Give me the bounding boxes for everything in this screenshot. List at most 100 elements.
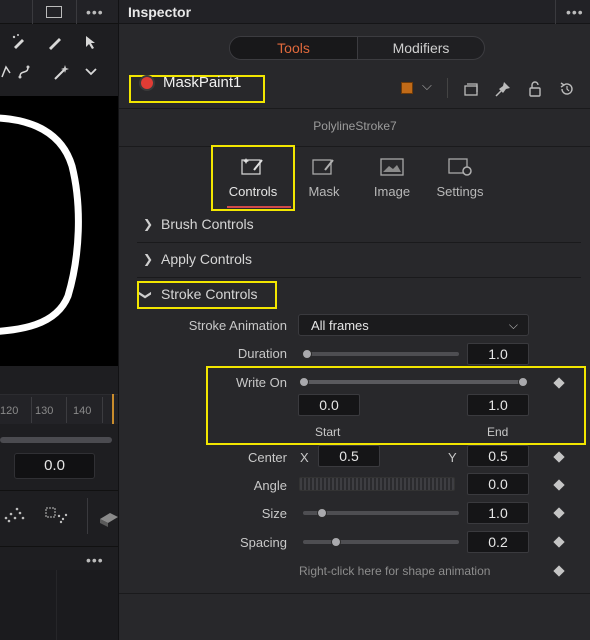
slider-handle[interactable] <box>302 349 312 359</box>
playhead[interactable] <box>112 394 114 424</box>
param-label: Write On <box>235 375 287 390</box>
keyframe-icon[interactable] <box>553 507 565 519</box>
spacing-slider[interactable] <box>303 540 459 544</box>
size-field[interactable]: 1.0 <box>467 502 529 524</box>
left-toolbar: ••• <box>0 0 118 24</box>
reset-icon[interactable] <box>558 80 576 98</box>
tool-subtitle: PolylineStroke7 <box>313 119 397 133</box>
select-arrow-icon[interactable] <box>82 33 100 51</box>
tab-label: Mask <box>308 184 340 199</box>
node-header: MaskPaint1 ⌵ <box>119 70 590 106</box>
divider <box>137 242 581 243</box>
ruler-tick <box>102 397 103 423</box>
ruler-label: 120 <box>0 405 19 417</box>
param-label: Spacing <box>240 535 287 550</box>
mask-outline <box>0 114 82 335</box>
angle-field[interactable]: 0.0 <box>467 473 529 495</box>
param-label: Size <box>261 506 287 521</box>
lock-icon[interactable] <box>526 80 544 98</box>
slider-handle[interactable] <box>316 508 327 518</box>
divider <box>119 146 590 147</box>
chevron-down-icon: ❯ <box>139 289 154 301</box>
select-value: All frames <box>311 318 369 333</box>
write-on-start-field[interactable]: 0.0 <box>298 394 360 416</box>
lower-panel <box>0 570 118 640</box>
viewer-icon[interactable] <box>46 6 62 18</box>
chevron-down-icon[interactable]: ⌵ <box>422 78 432 94</box>
slider-handle[interactable] <box>331 537 342 547</box>
active-tab-indicator <box>227 206 291 208</box>
timeline-ruler[interactable]: 120 130 140 <box>0 394 118 424</box>
param-label: Duration <box>237 346 287 361</box>
panel-divider <box>0 490 118 491</box>
keyframe-icon[interactable] <box>553 565 565 577</box>
mask-icon <box>312 159 334 175</box>
tab-image[interactable]: Image <box>358 150 426 210</box>
node-name[interactable]: MaskPaint1 <box>163 74 241 91</box>
grid-line <box>56 570 57 640</box>
section-stroke-controls[interactable]: ❯ Stroke Controls <box>137 281 581 309</box>
controls-icon <box>241 158 263 175</box>
section-brush-controls[interactable]: ❯ Brush Controls <box>137 211 581 239</box>
param-label: Angle <box>253 478 287 493</box>
stroke-transform-icon[interactable] <box>16 63 34 81</box>
more-options-icon[interactable]: ••• <box>86 553 104 567</box>
range-start-handle[interactable] <box>299 377 309 387</box>
tab-mask[interactable]: Mask <box>290 150 358 210</box>
toolbar-divider <box>76 0 77 24</box>
chevron-right-icon: ❯ <box>143 252 154 266</box>
keyframe-icon[interactable] <box>553 479 565 491</box>
tab-controls[interactable]: Controls <box>219 150 291 210</box>
toolbar-divider <box>87 498 88 534</box>
versions-icon[interactable] <box>462 80 480 98</box>
write-on-range-slider[interactable] <box>303 380 525 384</box>
tab-settings[interactable]: Settings <box>426 150 494 210</box>
pin-icon[interactable] <box>494 80 512 98</box>
particle-emitter-icon[interactable] <box>44 504 70 526</box>
tools-modifiers-switch: Tools Modifiers <box>229 36 485 60</box>
section-label: Apply Controls <box>161 251 253 267</box>
ruler-label: 130 <box>35 405 54 417</box>
write-on-end-field[interactable]: 1.0 <box>467 394 529 416</box>
x-label: X <box>300 450 309 465</box>
tab-modifiers[interactable]: Modifiers <box>358 37 484 59</box>
header-divider <box>555 0 556 24</box>
settings-icon <box>448 158 472 176</box>
more-options-icon[interactable]: ••• <box>566 5 584 19</box>
chevron-right-icon: ❯ <box>143 217 154 231</box>
inspector-panel: Inspector ••• Tools Modifiers MaskPaint1… <box>118 0 590 640</box>
spacing-field[interactable]: 0.2 <box>467 531 529 553</box>
end-caption: End <box>487 425 509 439</box>
magic-wand-icon[interactable] <box>52 63 70 81</box>
y-label: Y <box>448 450 457 465</box>
range-end-handle[interactable] <box>518 377 528 387</box>
divider <box>119 593 590 594</box>
stroke-animation-select[interactable]: All frames ⌵ <box>298 314 529 336</box>
3d-shape-icon[interactable] <box>96 505 118 527</box>
left-value-field[interactable]: 0.0 <box>14 453 95 479</box>
center-x-field[interactable]: 0.5 <box>318 445 380 467</box>
brush-icon[interactable] <box>46 33 64 51</box>
section-apply-controls[interactable]: ❯ Apply Controls <box>137 246 581 274</box>
viewer-canvas[interactable] <box>0 96 118 366</box>
duration-slider[interactable] <box>303 352 459 356</box>
chevron-down-icon[interactable] <box>82 63 100 81</box>
shape-animation-hint[interactable]: Right-click here for shape animation <box>299 564 490 578</box>
left-slider[interactable] <box>0 437 112 443</box>
ruler-tick <box>66 397 67 423</box>
multistroke-icon[interactable] <box>10 33 28 51</box>
duration-field[interactable]: 1.0 <box>467 343 529 365</box>
start-caption: Start <box>315 425 341 439</box>
more-options-icon[interactable]: ••• <box>86 5 104 19</box>
inspector-header: Inspector ••• <box>119 0 590 24</box>
keyframe-icon[interactable] <box>553 451 565 463</box>
inspector-title: Inspector <box>128 4 192 20</box>
center-y-field[interactable]: 0.5 <box>467 445 529 467</box>
keyframe-icon[interactable] <box>553 536 565 548</box>
particles-icon[interactable] <box>2 504 28 526</box>
node-color-swatch[interactable] <box>401 82 413 94</box>
node-enable-toggle[interactable] <box>141 77 153 89</box>
tab-tools[interactable]: Tools <box>230 37 358 59</box>
image-icon <box>380 158 404 176</box>
angle-thumbwheel[interactable] <box>299 477 455 491</box>
